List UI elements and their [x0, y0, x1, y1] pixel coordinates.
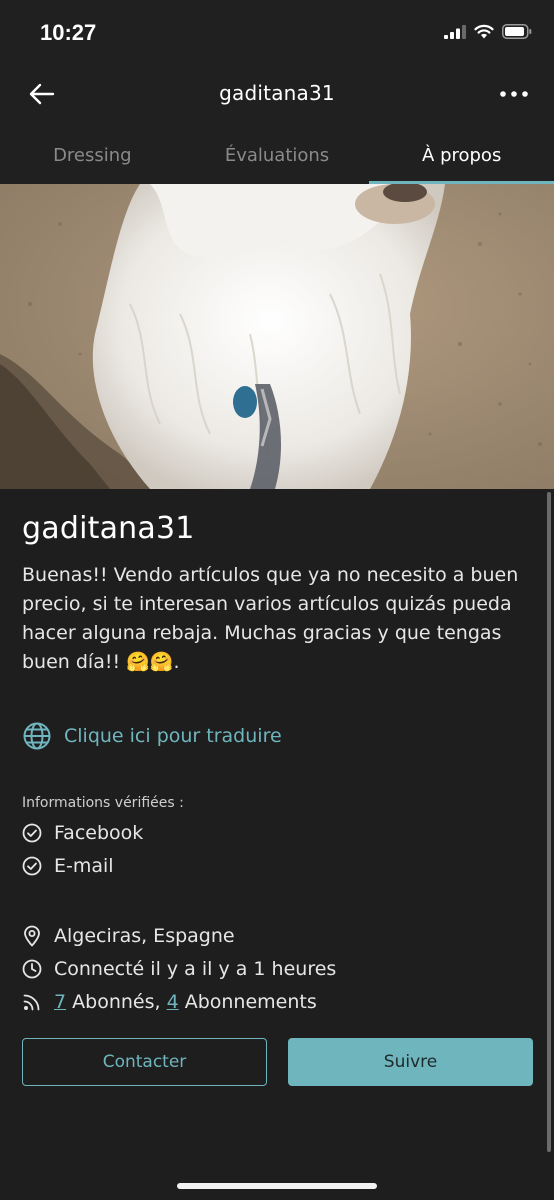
verified-item-label: Facebook	[54, 822, 144, 844]
follow-button[interactable]: Suivre	[288, 1038, 533, 1086]
contact-button[interactable]: Contacter	[22, 1038, 267, 1086]
followers-label: Abonnés,	[66, 991, 167, 1013]
status-icons	[444, 22, 532, 44]
followers-row: 7 Abonnés, 4 Abonnements	[22, 991, 317, 1013]
navbar: gaditana31	[0, 62, 554, 126]
tab-dressing[interactable]: Dressing	[0, 126, 185, 184]
home-indicator	[177, 1183, 377, 1189]
dog-photo	[0, 184, 554, 489]
rss-icon	[22, 992, 42, 1012]
cover-photo	[0, 184, 554, 489]
battery-icon	[502, 23, 532, 43]
scrollbar[interactable]	[547, 492, 551, 1152]
following-label: Abonnements	[178, 991, 317, 1013]
verified-info-title: Informations vérifiées :	[22, 795, 184, 811]
status-time: 10:27	[40, 20, 97, 45]
page-title: gaditana31	[219, 81, 335, 105]
verified-item-email: E-mail	[22, 855, 114, 877]
check-circle-icon	[22, 823, 42, 843]
profile-bio: Buenas!! Vendo artículos que ya no neces…	[22, 564, 519, 673]
last-seen-label: Connecté il y a il y a 1 heures	[54, 958, 337, 980]
followers-text: 7 Abonnés, 4 Abonnements	[54, 991, 317, 1013]
followers-count-link[interactable]: 7	[54, 991, 66, 1013]
translate-link[interactable]: Clique ici pour traduire	[22, 721, 282, 751]
tab-about[interactable]: À propos	[369, 126, 554, 184]
more-horizontal-icon	[500, 91, 528, 97]
map-pin-icon	[22, 925, 42, 947]
verified-item-facebook: Facebook	[22, 822, 143, 844]
signal-icon	[444, 24, 466, 43]
tab-evaluations[interactable]: Évaluations	[185, 126, 370, 184]
more-options-button[interactable]	[494, 74, 534, 114]
verified-item-label: E-mail	[54, 855, 114, 877]
profile-username: gaditana31	[22, 511, 195, 546]
location-row: Algeciras, Espagne	[22, 925, 235, 947]
status-bar: 10:27	[0, 0, 554, 62]
profile-tabs: Dressing Évaluations À propos	[0, 126, 554, 184]
location-label: Algeciras, Espagne	[54, 925, 235, 947]
clock-icon	[22, 959, 42, 979]
globe-icon	[23, 722, 51, 750]
translate-label: Clique ici pour traduire	[64, 725, 282, 747]
following-count-link[interactable]: 4	[167, 991, 179, 1013]
check-circle-icon	[22, 856, 42, 876]
last-seen-row: Connecté il y a il y a 1 heures	[22, 958, 336, 980]
wifi-icon	[474, 24, 494, 43]
